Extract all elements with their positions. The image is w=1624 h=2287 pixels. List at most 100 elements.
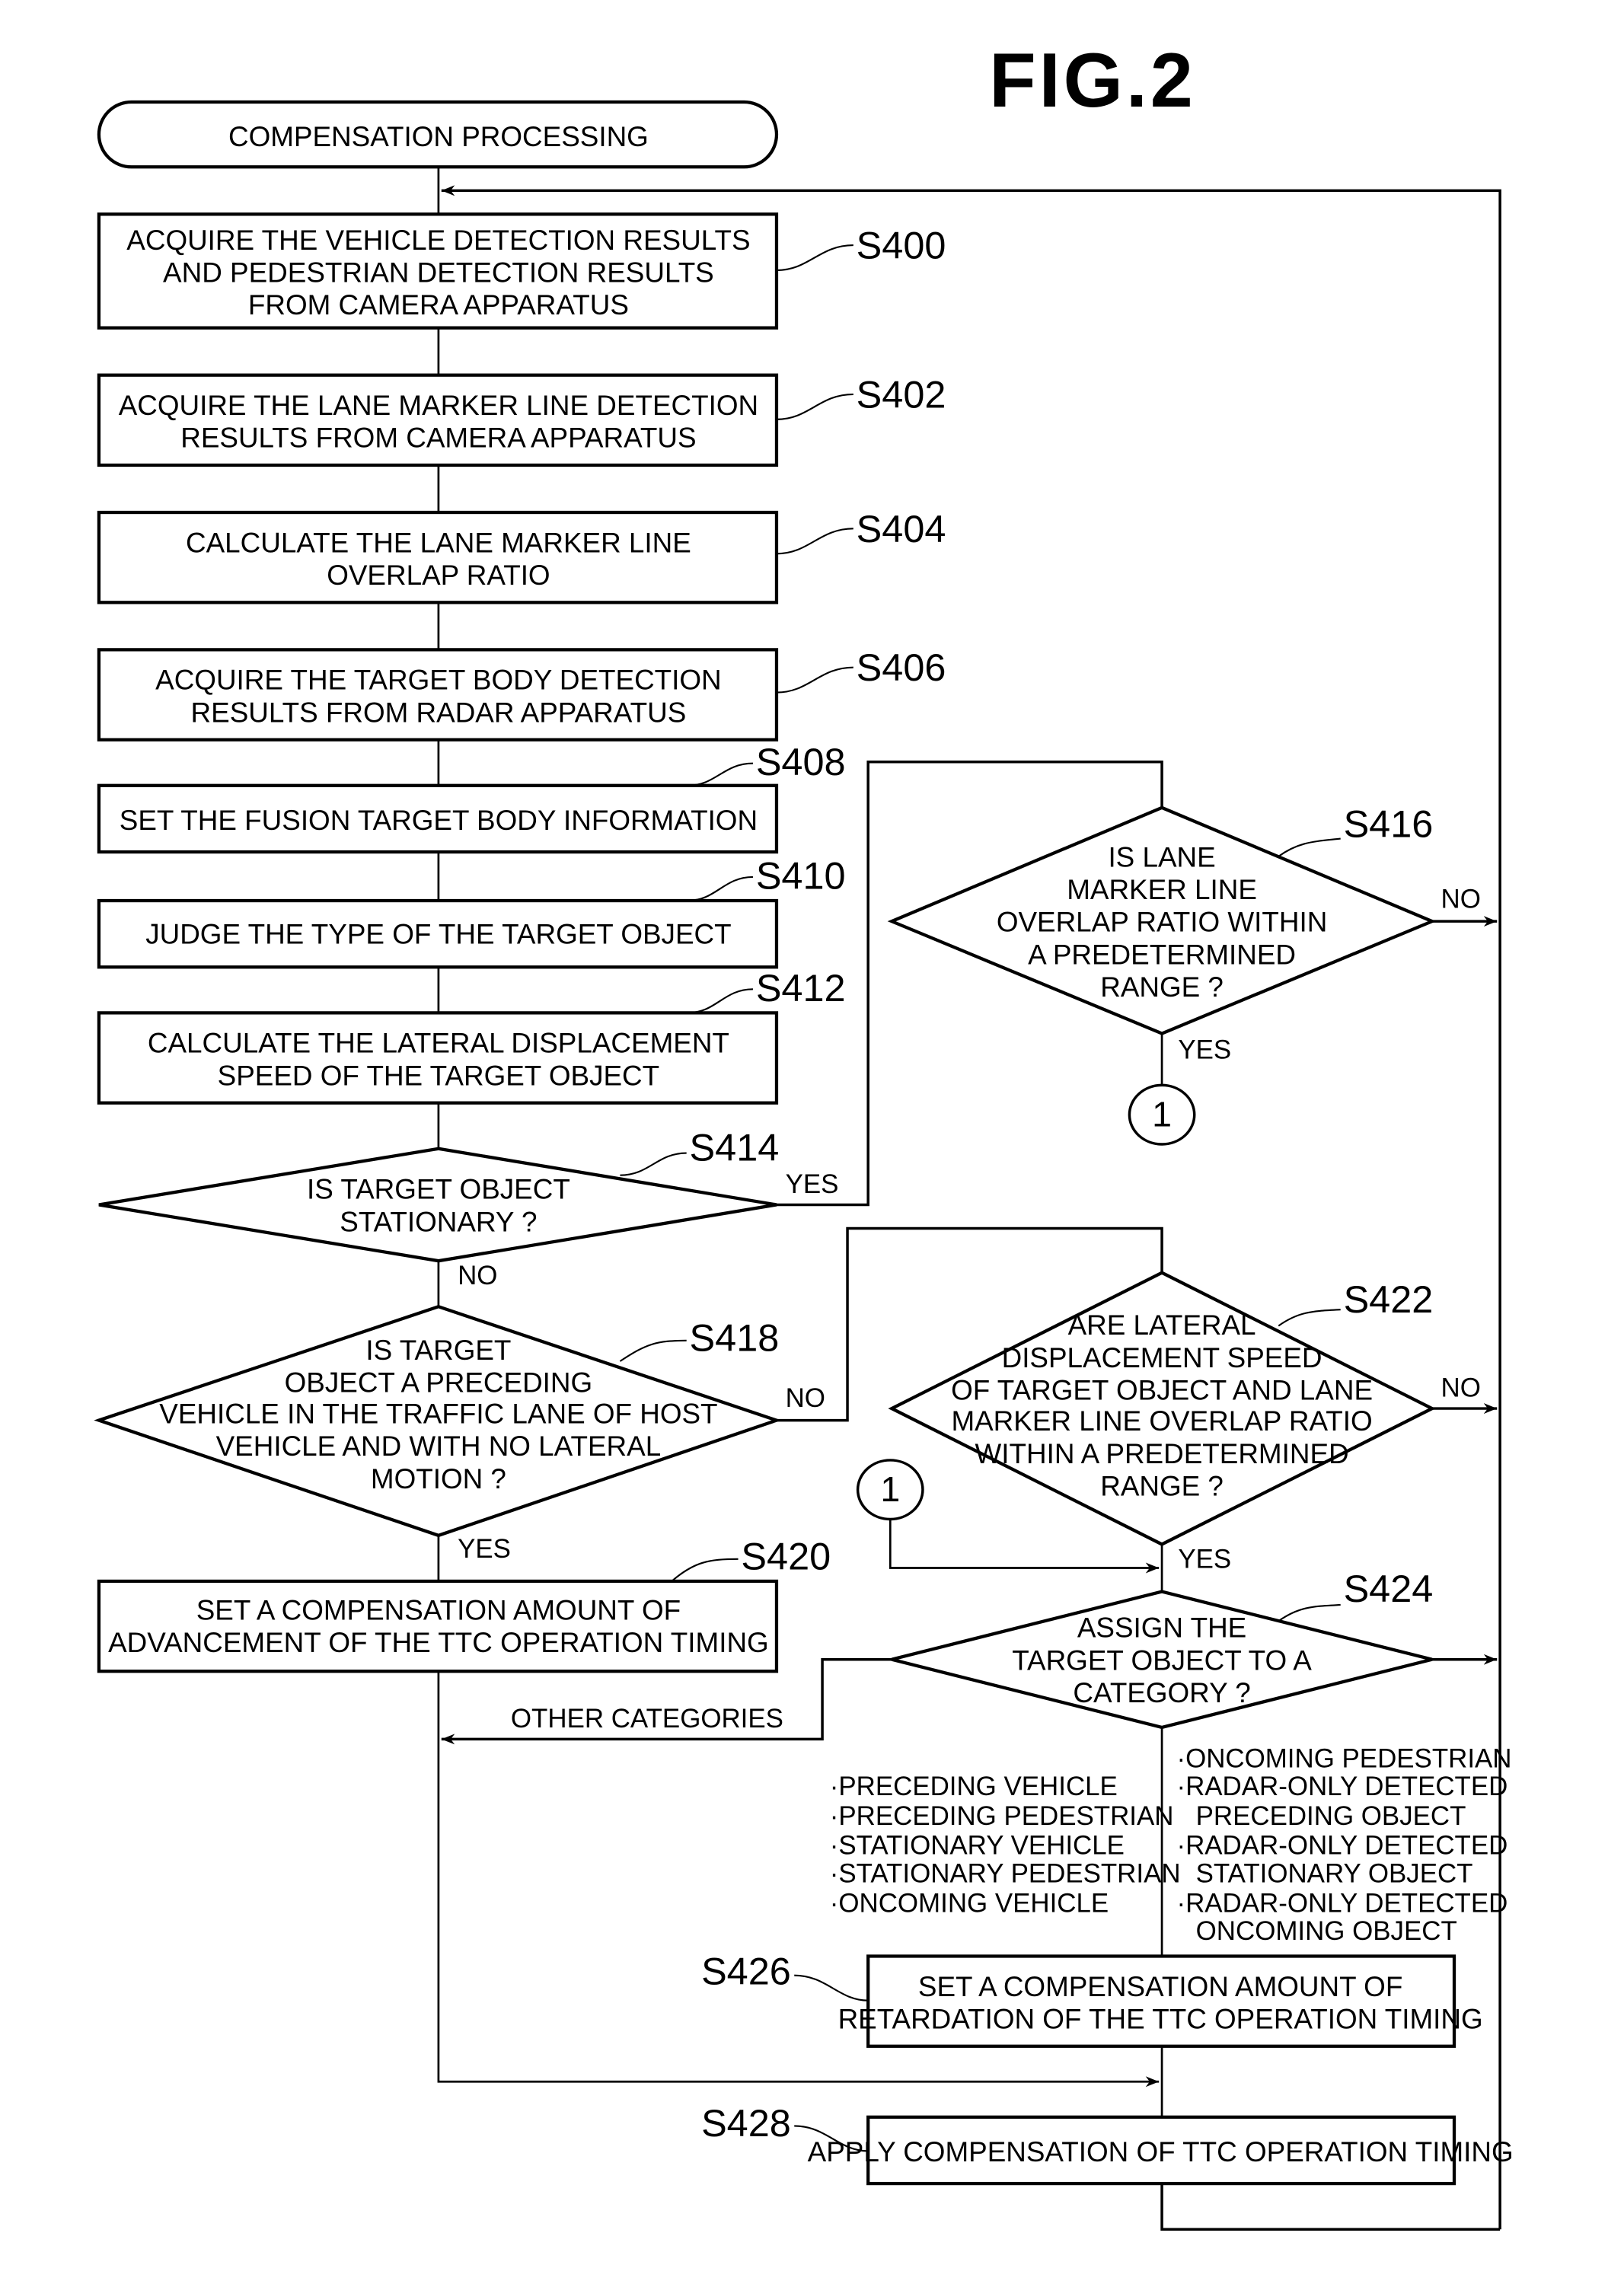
- category-item: ·RADAR-ONLY DETECTED: [1176, 1772, 1508, 1801]
- decision-text: ARE LATERAL: [1068, 1309, 1256, 1341]
- category-item: ·PRECEDING PEDESTRIAN: [830, 1801, 1174, 1831]
- step-s410: JUDGE THE TYPE OF THE TARGET OBJECT S410: [97, 854, 846, 969]
- step-leader: [776, 666, 853, 694]
- step-leader: [620, 1152, 687, 1176]
- category-item: ·STATIONARY PEDESTRIAN: [830, 1859, 1181, 1889]
- step-text: ACQUIRE THE TARGET BODY DETECTION: [155, 665, 722, 696]
- step-s428: APPLY COMPENSATION OF TTC OPERATION TIMI…: [701, 2101, 1514, 2186]
- category-item: ·RADAR-ONLY DETECTED: [1176, 1888, 1508, 1918]
- step-s402: ACQUIRE THE LANE MARKER LINE DETECTION R…: [97, 372, 946, 467]
- decision-text: IS TARGET OBJECT: [307, 1174, 570, 1205]
- step-text: CALCULATE THE LATERAL DISPLACEMENT: [148, 1028, 729, 1059]
- category-item: STATIONARY OBJECT: [1196, 1859, 1473, 1889]
- step-text: RETARDATION OF THE TTC OPERATION TIMING: [838, 2003, 1483, 2034]
- step-text: SPEED OF THE TARGET OBJECT: [218, 1060, 660, 1091]
- step-text: ADVANCEMENT OF THE TTC OPERATION TIMING: [108, 1627, 769, 1658]
- no-label: NO: [1441, 885, 1481, 914]
- decision-s416: IS LANE MARKER LINE OVERLAP RATIO WITHIN…: [887, 802, 1437, 1035]
- category-item: PRECEDING OBJECT: [1196, 1801, 1466, 1831]
- step-id: S406: [857, 646, 946, 689]
- step-leader: [619, 1339, 687, 1362]
- step-id: S402: [857, 372, 946, 416]
- step-leader: [776, 393, 853, 420]
- step-id: S422: [1344, 1277, 1434, 1321]
- yes-label: YES: [786, 1169, 839, 1199]
- step-s400: ACQUIRE THE VEHICLE DETECTION RESULTS AN…: [97, 212, 946, 330]
- decision-text: OBJECT A PRECEDING: [285, 1367, 593, 1399]
- decision-text: MARKER LINE OVERLAP RATIO: [951, 1405, 1372, 1437]
- step-text: OVERLAP RATIO: [327, 560, 550, 591]
- decision-s422: ARE LATERAL DISPLACEMENT SPEED OF TARGET…: [888, 1271, 1436, 1546]
- step-leader: [776, 244, 853, 272]
- step-text: RESULTS FROM CAMERA APPARATUS: [180, 423, 696, 454]
- step-s426: SET A COMPENSATION AMOUNT OF RETARDATION…: [701, 1949, 1483, 2048]
- step-id: S400: [857, 224, 946, 267]
- step-text: SET A COMPENSATION AMOUNT OF: [918, 1971, 1402, 2002]
- step-leader: [1278, 837, 1341, 857]
- loop-line: [1160, 2183, 1501, 2231]
- category-item: ·ONCOMING PEDESTRIAN: [1176, 1743, 1511, 1773]
- decision-text: A PREDETERMINED: [1028, 939, 1296, 970]
- step-s404: CALCULATE THE LANE MARKER LINE OVERLAP R…: [97, 507, 946, 604]
- other-categories-label: OTHER CATEGORIES: [511, 1704, 783, 1734]
- decision-text: IS TARGET: [365, 1335, 511, 1366]
- step-s406: ACQUIRE THE TARGET BODY DETECTION RESULT…: [97, 646, 946, 742]
- step-id: S424: [1344, 1567, 1434, 1610]
- step-text: APPLY COMPENSATION OF TTC OPERATION TIMI…: [808, 2136, 1514, 2167]
- decision-text: WITHIN A PREDETERMINED: [975, 1438, 1349, 1469]
- decision-text: OVERLAP RATIO WITHIN: [997, 907, 1328, 938]
- step-leader: [688, 762, 753, 786]
- step-id: S428: [701, 2101, 791, 2145]
- decision-text: VEHICLE IN THE TRAFFIC LANE OF HOST: [159, 1398, 717, 1429]
- connector-1-in: 1: [856, 1459, 924, 1521]
- step-id: S410: [756, 854, 846, 898]
- decision-text: VEHICLE AND WITH NO LATERAL: [216, 1431, 662, 1462]
- category-item: ·RADAR-ONLY DETECTED: [1176, 1831, 1508, 1861]
- connector-label: 1: [1152, 1095, 1172, 1134]
- decision-text: MARKER LINE: [1067, 874, 1257, 905]
- step-leader: [688, 988, 753, 1014]
- decision-text: IS LANE: [1108, 841, 1215, 872]
- yes-label: YES: [1178, 1035, 1231, 1065]
- flowchart: FIG.2 COMPENSATION PROCESSING ACQUIRE TH…: [94, 38, 1514, 2231]
- step-id: S414: [690, 1125, 780, 1169]
- decision-text: MOTION ?: [371, 1463, 506, 1494]
- decision-text: RANGE ?: [1100, 971, 1224, 1003]
- step-text: FROM CAMERA APPARATUS: [248, 289, 629, 321]
- decision-s424: ASSIGN THE TARGET OBJECT TO A CATEGORY ?…: [891, 1567, 1434, 1730]
- connector-line: [889, 1519, 1160, 1574]
- no-label: NO: [1441, 1373, 1481, 1403]
- decision-text: ASSIGN THE: [1077, 1612, 1246, 1644]
- no-label: NO: [786, 1383, 825, 1413]
- step-id: S412: [756, 966, 846, 1010]
- yes-label: YES: [1178, 1544, 1231, 1574]
- step-text: JUDGE THE TYPE OF THE TARGET OBJECT: [145, 918, 731, 949]
- start-label: COMPENSATION PROCESSING: [228, 121, 649, 152]
- decision-text: CATEGORY ?: [1073, 1677, 1250, 1708]
- step-id: S404: [857, 507, 946, 550]
- decision-text: TARGET OBJECT TO A: [1012, 1644, 1312, 1676]
- step-text: RESULTS FROM RADAR APPARATUS: [191, 697, 687, 728]
- step-text: SET THE FUSION TARGET BODY INFORMATION: [120, 805, 758, 836]
- step-leader: [794, 1974, 869, 2002]
- start-terminator: COMPENSATION PROCESSING: [97, 100, 779, 169]
- step-id: S416: [1344, 802, 1434, 846]
- yes-label: YES: [458, 1534, 511, 1564]
- step-leader: [688, 876, 753, 902]
- step-s408: SET THE FUSION TARGET BODY INFORMATION S…: [97, 740, 846, 854]
- step-id: S420: [741, 1534, 831, 1577]
- category-item: ·ONCOMING VEHICLE: [830, 1888, 1109, 1918]
- step-id: S418: [690, 1316, 780, 1359]
- decision-text: STATIONARY ?: [340, 1206, 537, 1237]
- step-id: S426: [701, 1949, 791, 1992]
- decision-text: RANGE ?: [1100, 1470, 1224, 1501]
- step-leader: [776, 528, 853, 555]
- decision-text: OF TARGET OBJECT AND LANE: [951, 1374, 1373, 1405]
- category-list-left: ·PRECEDING VEHICLE ·PRECEDING PEDESTRIAN…: [830, 1772, 1181, 1918]
- figure-title: FIG.2: [989, 38, 1196, 123]
- step-text: ACQUIRE THE LANE MARKER LINE DETECTION: [119, 390, 758, 421]
- category-item: ·PRECEDING VEHICLE: [830, 1772, 1118, 1801]
- step-text: ACQUIRE THE VEHICLE DETECTION RESULTS: [126, 225, 750, 256]
- category-item: ONCOMING OBJECT: [1196, 1916, 1457, 1946]
- connector-1-out: 1: [1128, 1083, 1196, 1146]
